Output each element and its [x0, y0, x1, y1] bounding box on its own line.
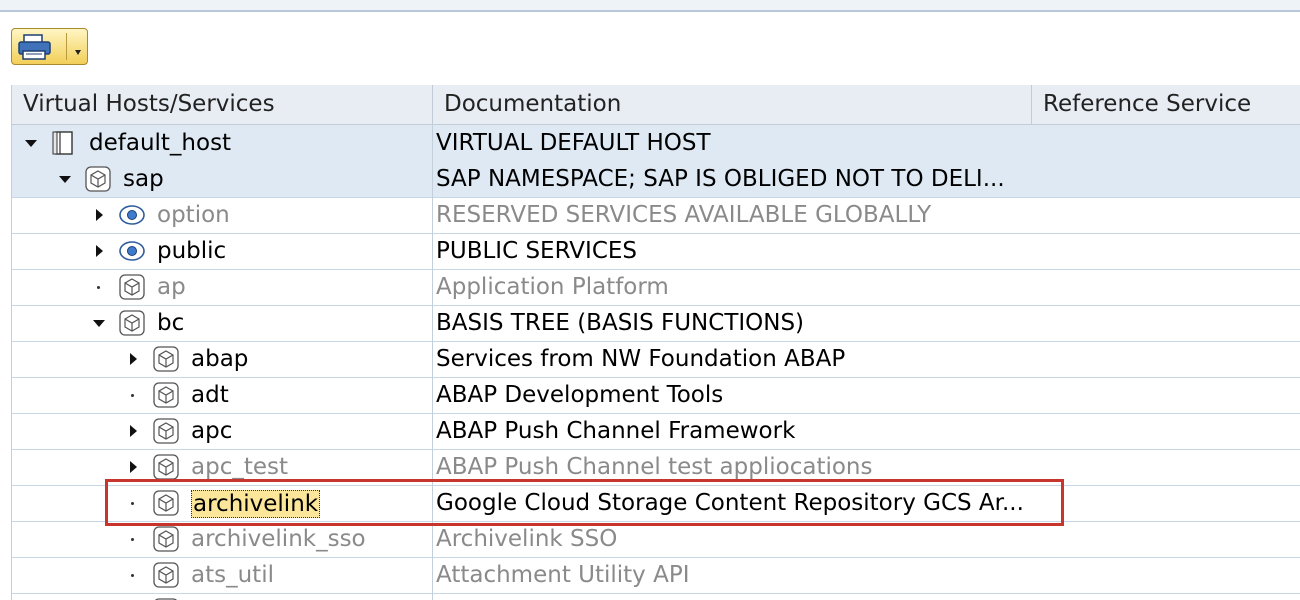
top-frame-border	[0, 0, 1300, 12]
tree-row-public[interactable]: public PUBLIC SERVICES	[12, 233, 1300, 270]
service-cube-icon	[84, 165, 112, 193]
service-documentation: ABAP Push Channel Framework	[436, 418, 796, 444]
service-name[interactable]: ap	[157, 269, 186, 305]
column-header-reference[interactable]: Reference Service	[1032, 85, 1300, 124]
expand-arrow-icon[interactable]	[92, 233, 106, 269]
leaf-bullet-icon	[92, 269, 106, 305]
service-documentation: ABAP Development Tools	[436, 382, 724, 408]
dropdown-caret-icon[interactable]	[75, 50, 81, 55]
service-documentation: Attachment Utility API	[436, 562, 690, 588]
tree-row-bc[interactable]: bc BASIS TREE (BASIS FUNCTIONS)	[12, 305, 1300, 342]
tree-row-abap[interactable]: abap Services from NW Foundation ABAP	[12, 341, 1300, 378]
tree-row-ap[interactable]: ap Application Platform	[12, 269, 1300, 306]
tree-row-sap[interactable]: sap SAP NAMESPACE; SAP IS OBLIGED NOT TO …	[12, 161, 1300, 198]
highlight-annotation	[105, 479, 1064, 526]
service-cube-icon	[152, 525, 180, 553]
tree-cell: option	[12, 197, 432, 233]
tree-cell: default_host	[12, 125, 432, 161]
tree-cell: public	[12, 233, 432, 269]
leaf-bullet-icon	[126, 521, 140, 557]
column-header-services[interactable]: Virtual Hosts/Services	[12, 85, 433, 124]
service-documentation: BASIS TREE (BASIS FUNCTIONS)	[436, 310, 805, 336]
tree-row-ats_util[interactable]: ats_util Attachment Utility API	[12, 557, 1300, 594]
button-split	[66, 33, 67, 60]
service-name[interactable]: ats_util	[191, 557, 274, 593]
tree-cell	[12, 593, 432, 600]
tree-row-archivelink_sso[interactable]: archivelink_sso Archivelink SSO	[12, 521, 1300, 558]
service-name[interactable]: apc	[191, 413, 232, 449]
printer-icon	[18, 34, 51, 60]
service-documentation: Services from NW Foundation ABAP	[436, 346, 846, 372]
expand-arrow-icon[interactable]	[126, 341, 140, 377]
service-name[interactable]: adt	[191, 377, 229, 413]
service-documentation: Archivelink SSO	[436, 526, 618, 552]
tree-cell: ap	[12, 269, 432, 305]
service-cube-icon	[152, 453, 180, 481]
tree-cell: bc	[12, 305, 432, 341]
tree-row-partial[interactable]	[12, 593, 1300, 600]
service-documentation: SAP NAMESPACE; SAP IS OBLIGED NOT TO DEL…	[436, 166, 1005, 192]
tree-row-option[interactable]: option RESERVED SERVICES AVAILABLE GLOBAL…	[12, 197, 1300, 234]
tree-cell: apc	[12, 413, 432, 449]
service-cube-icon	[118, 309, 146, 337]
tree-cell: adt	[12, 377, 432, 413]
service-name[interactable]: public	[157, 233, 226, 269]
leaf-bullet-icon	[126, 557, 140, 593]
print-button[interactable]	[11, 28, 88, 65]
service-name[interactable]: abap	[191, 341, 248, 377]
tree-cell: abap	[12, 341, 432, 377]
service-documentation: PUBLIC SERVICES	[436, 238, 638, 264]
service-name[interactable]: sap	[123, 161, 164, 197]
collapse-arrow-icon[interactable]	[58, 161, 72, 197]
service-name[interactable]: bc	[157, 305, 184, 341]
column-header-documentation[interactable]: Documentation	[433, 85, 1032, 124]
service-cube-icon	[118, 273, 146, 301]
service-cube-icon	[152, 345, 180, 373]
tree-row-apc[interactable]: apc ABAP Push Channel Framework	[12, 413, 1300, 450]
service-documentation: RESERVED SERVICES AVAILABLE GLOBALLY	[436, 202, 932, 228]
eye-icon	[118, 201, 146, 229]
expand-arrow-icon[interactable]	[92, 197, 106, 233]
service-name[interactable]: option	[157, 197, 230, 233]
grid-header: Virtual Hosts/Services Documentation Ref…	[12, 85, 1300, 125]
service-documentation: Application Platform	[436, 274, 669, 300]
service-name[interactable]: default_host	[89, 125, 231, 161]
service-cube-icon	[152, 417, 180, 445]
collapse-arrow-icon[interactable]	[92, 305, 106, 341]
leaf-bullet-icon	[126, 377, 140, 413]
service-documentation: VIRTUAL DEFAULT HOST	[436, 130, 711, 156]
tree-row-default_host[interactable]: default_host VIRTUAL DEFAULT HOST	[12, 125, 1300, 162]
leaf-bullet-icon	[126, 593, 140, 600]
tree-cell: sap	[12, 161, 432, 197]
service-cube-icon	[152, 561, 180, 589]
tree-row-adt[interactable]: adt ABAP Development Tools	[12, 377, 1300, 414]
collapse-arrow-icon[interactable]	[24, 125, 38, 161]
service-cube-icon	[152, 381, 180, 409]
service-name[interactable]: archivelink_sso	[191, 521, 366, 557]
tree-cell: archivelink_sso	[12, 521, 432, 557]
column-divider	[432, 124, 433, 600]
host-page-icon	[50, 129, 78, 157]
eye-icon	[118, 237, 146, 265]
tree-cell: ats_util	[12, 557, 432, 593]
expand-arrow-icon[interactable]	[126, 413, 140, 449]
